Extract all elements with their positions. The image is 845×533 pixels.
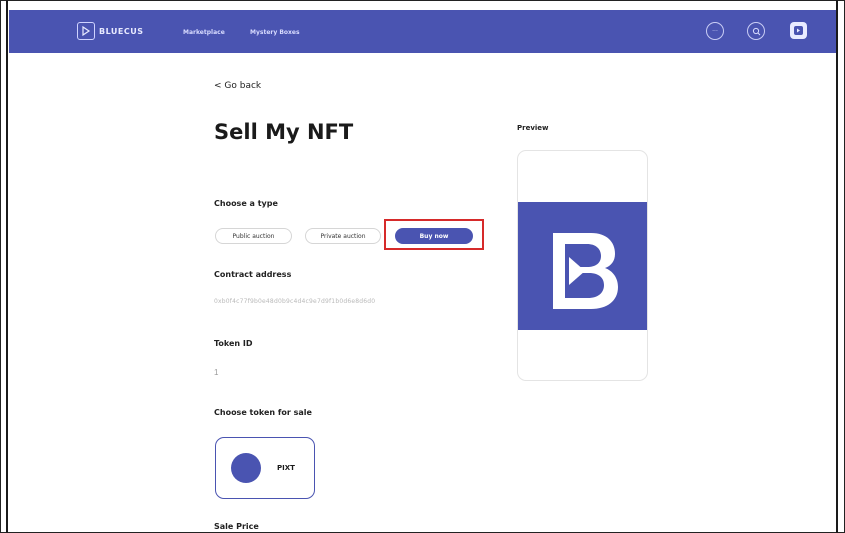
type-public-auction-button[interactable]: Public auction: [215, 228, 292, 244]
token-option-pixt[interactable]: PIXT: [215, 437, 315, 499]
bluecus-logo-icon: [552, 233, 618, 309]
search-icon[interactable]: [747, 22, 765, 40]
preview-card: [517, 150, 648, 381]
choose-token-label: Choose token for sale: [214, 408, 312, 417]
sale-price-label: Sale Price: [214, 522, 259, 531]
token-name: PIXT: [277, 464, 295, 472]
token-id-label: Token ID: [214, 339, 253, 348]
token-coin-icon: [231, 453, 261, 483]
type-private-auction-button[interactable]: Private auction: [305, 228, 381, 244]
go-back-link[interactable]: < Go back: [214, 81, 261, 91]
page-title: Sell My NFT: [214, 120, 354, 144]
preview-label: Preview: [517, 124, 549, 132]
window-edge-left: [6, 0, 8, 533]
choose-type-label: Choose a type: [214, 199, 278, 208]
contract-address-value: 0xb0f4c77f9b0e48d0b9c4d4c9e7d9f1b0d6e8d6…: [214, 298, 376, 305]
preview-image: [518, 202, 647, 330]
contract-address-label: Contract address: [214, 270, 292, 279]
brand-logo-icon: [77, 22, 95, 40]
more-icon[interactable]: ···: [706, 22, 724, 40]
brand-logo[interactable]: BLUECUS: [77, 22, 144, 40]
nav-link-mystery-boxes[interactable]: Mystery Boxes: [250, 29, 300, 36]
nav-link-marketplace[interactable]: Marketplace: [183, 29, 225, 36]
top-navbar: BLUECUS Marketplace Mystery Boxes ···: [9, 10, 837, 53]
brand-name: BLUECUS: [99, 26, 144, 36]
highlight-annotation-box: [384, 219, 484, 250]
user-avatar[interactable]: [790, 22, 807, 39]
app-window: BLUECUS Marketplace Mystery Boxes ··· < …: [0, 0, 845, 533]
token-id-input[interactable]: [214, 365, 334, 379]
window-edge-right: [836, 0, 838, 533]
